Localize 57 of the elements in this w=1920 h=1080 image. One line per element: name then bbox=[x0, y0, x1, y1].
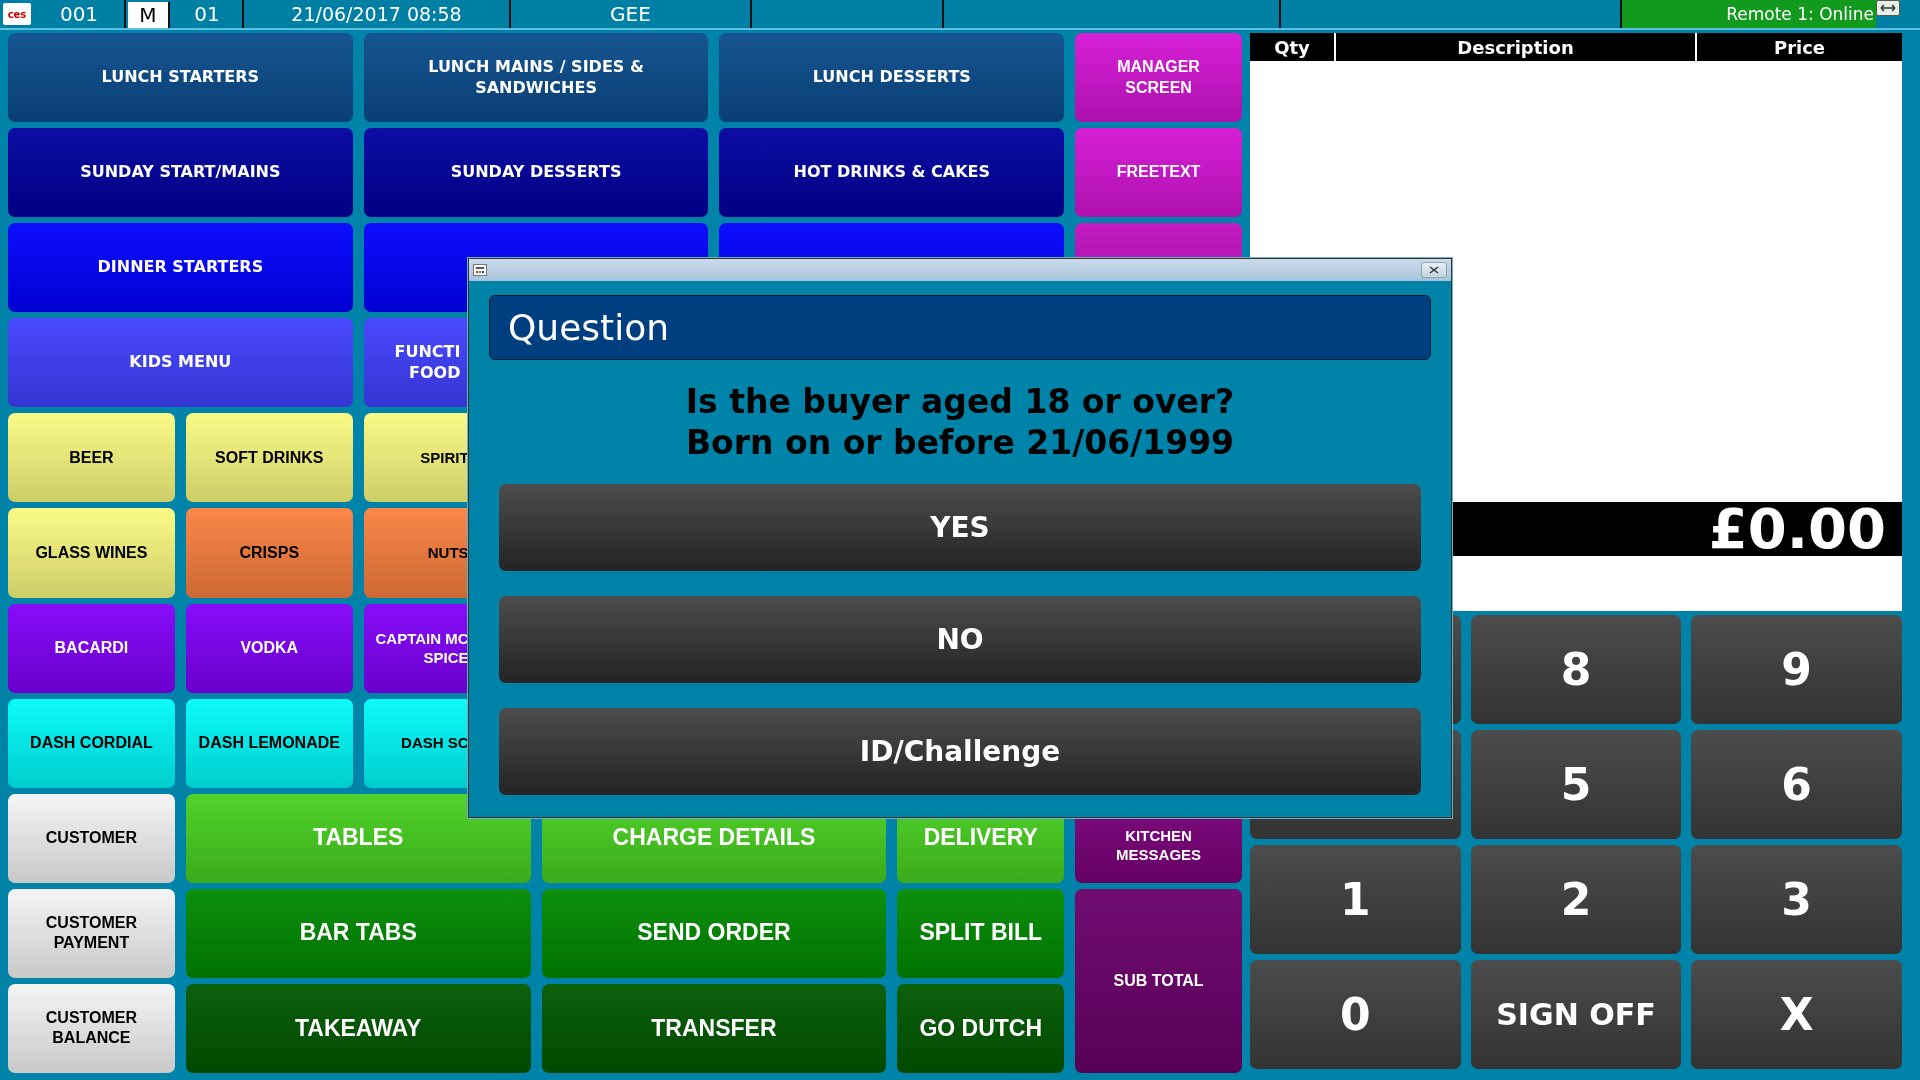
menu-button[interactable]: BACARDI bbox=[8, 603, 175, 693]
keypad-key[interactable]: 6 bbox=[1691, 730, 1902, 839]
answer-button[interactable]: NO bbox=[499, 596, 1421, 683]
keypad-key[interactable]: 5 bbox=[1470, 730, 1682, 839]
column-header: Description bbox=[1336, 33, 1697, 61]
menu-button[interactable]: TAKEAWAY bbox=[185, 983, 531, 1073]
menu-button[interactable]: LUNCH STARTERS bbox=[8, 33, 353, 123]
keypad-key[interactable]: 9 bbox=[1691, 615, 1902, 724]
menu-button[interactable]: CRISPS bbox=[185, 508, 353, 598]
remote-status: Remote 1: Online bbox=[1622, 0, 1876, 28]
keypad-key[interactable]: SIGN OFF bbox=[1470, 960, 1682, 1069]
menu-button[interactable]: SEND ORDER bbox=[541, 888, 887, 978]
keypad-key[interactable]: 1 bbox=[1250, 845, 1461, 954]
menu-button[interactable]: HOT DRINKS & CAKES bbox=[719, 128, 1065, 218]
answer-button[interactable]: ID/Challenge bbox=[499, 708, 1421, 795]
menu-button[interactable]: CUSTOMER bbox=[8, 793, 175, 883]
menu-button[interactable]: LUNCH MAINS / SIDES & SANDWICHES bbox=[363, 33, 709, 123]
menu-button[interactable]: MANAGER SCREEN bbox=[1075, 33, 1242, 123]
status-field: 01 bbox=[172, 0, 244, 28]
close-icon bbox=[1429, 266, 1439, 274]
menu-button[interactable]: FREETEXT bbox=[1075, 128, 1242, 218]
app-icon bbox=[473, 264, 487, 276]
dialog-header: Question bbox=[489, 295, 1431, 360]
menu-button[interactable]: VODKA bbox=[185, 603, 353, 693]
column-header: Price bbox=[1772, 35, 1827, 60]
status-field: M bbox=[128, 2, 170, 28]
keypad-key[interactable]: 2 bbox=[1470, 845, 1682, 954]
menu-button[interactable]: CUSTOMER PAYMENT bbox=[8, 888, 175, 978]
menu-button[interactable]: BEER bbox=[8, 413, 175, 503]
menu-button[interactable]: LUNCH DESSERTS bbox=[719, 33, 1065, 123]
keypad-key[interactable]: 3 bbox=[1691, 845, 1902, 954]
menu-button[interactable]: SUB TOTAL bbox=[1075, 888, 1242, 1073]
menu-button[interactable]: DINNER STARTERS bbox=[8, 223, 353, 313]
menu-button[interactable]: SUNDAY START/MAINS bbox=[8, 128, 353, 218]
menu-button[interactable]: KIDS MENU bbox=[8, 318, 353, 408]
column-header: Qty bbox=[1250, 33, 1336, 61]
menu-button[interactable]: DASH CORDIAL bbox=[8, 698, 175, 788]
menu-button[interactable]: TRANSFER bbox=[541, 983, 887, 1073]
menu-button[interactable]: DASH LEMONADE bbox=[185, 698, 353, 788]
dialog-message: Is the buyer aged 18 or over? Born on or before 21/06/1999 bbox=[684, 380, 1236, 464]
logo: ces bbox=[3, 3, 31, 25]
connection-icon[interactable] bbox=[1876, 0, 1900, 16]
menu-button[interactable]: SUNDAY DESSERTS bbox=[363, 128, 709, 218]
menu-button[interactable]: CUSTOMER BALANCE bbox=[8, 983, 175, 1073]
menu-button[interactable]: GLASS WINES bbox=[8, 508, 175, 598]
menu-button[interactable]: SOFT DRINKS bbox=[185, 413, 353, 503]
menu-button[interactable]: BAR TABS bbox=[185, 888, 531, 978]
menu-button[interactable]: GO DUTCH bbox=[897, 983, 1065, 1073]
answer-button[interactable]: YES bbox=[499, 484, 1421, 571]
close-button[interactable] bbox=[1421, 262, 1447, 278]
keypad-key[interactable]: X bbox=[1691, 960, 1902, 1069]
status-field: 001 bbox=[34, 0, 126, 28]
menu-button[interactable]: SPLIT BILL bbox=[897, 888, 1065, 978]
keypad-key[interactable]: 8 bbox=[1470, 615, 1682, 724]
keypad-key[interactable]: 0 bbox=[1250, 960, 1461, 1069]
status-field: GEE bbox=[511, 0, 752, 28]
status-field: 21/06/2017 08:58 bbox=[244, 0, 511, 28]
